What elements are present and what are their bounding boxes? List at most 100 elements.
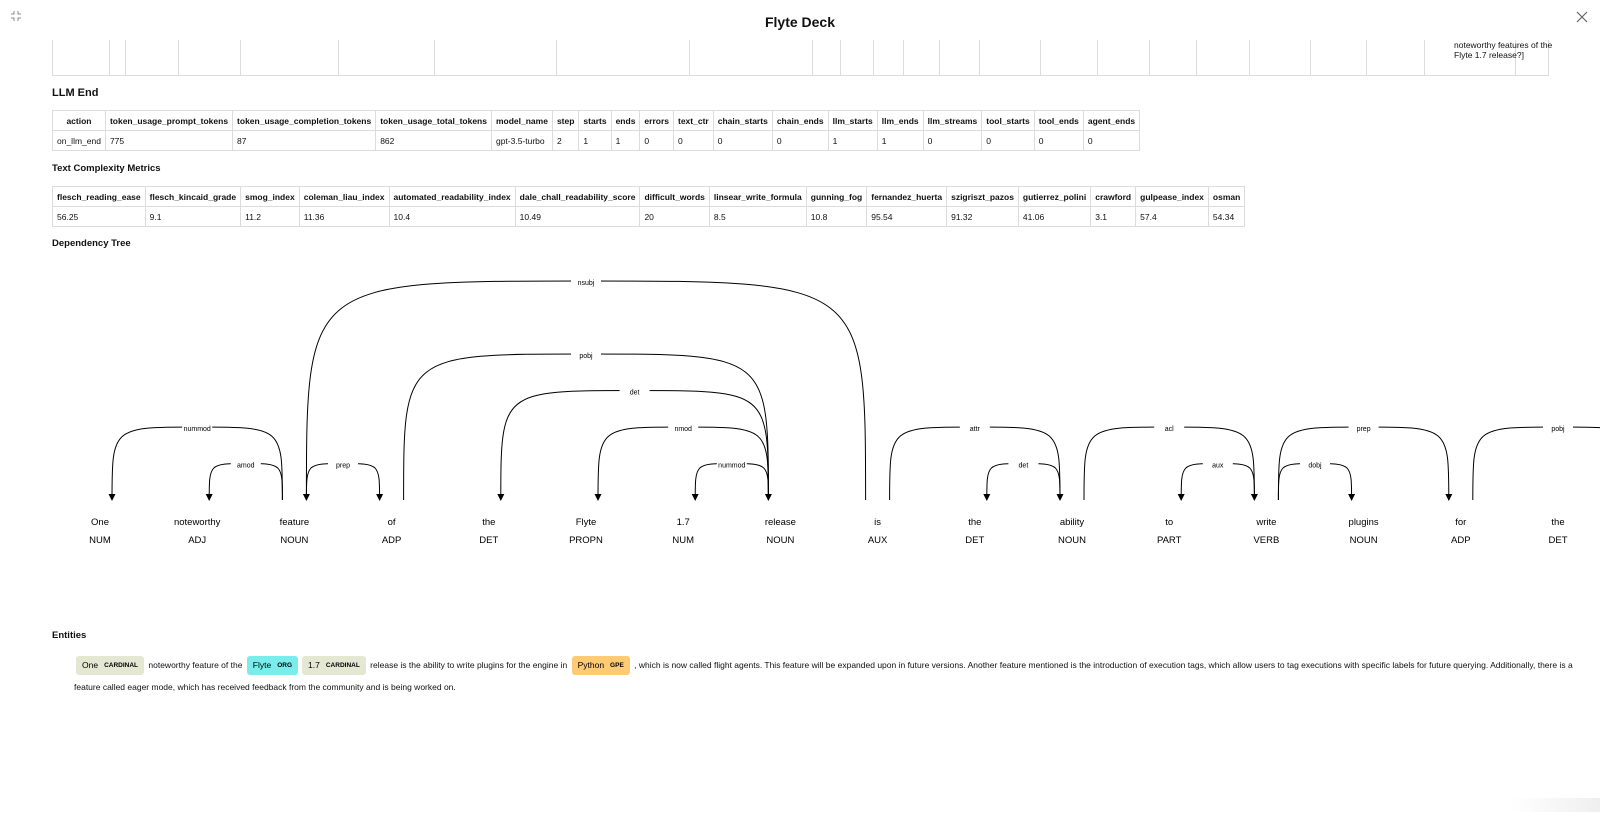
table-column-line [1040, 40, 1041, 76]
table-cell: 0 [673, 130, 714, 151]
column-header: agent_ends [1082, 110, 1141, 131]
arc-label: dobj [1308, 463, 1322, 470]
table-cell: 3.1 [1090, 206, 1137, 227]
arrow-icon [1250, 494, 1258, 501]
arrow-icon [691, 494, 699, 501]
token-tag: AUX [868, 535, 888, 546]
table-cell: 8.5 [708, 206, 807, 227]
entity-context-text: release is the ability to write plugins … [367, 660, 570, 670]
token-word: the [1551, 517, 1564, 528]
column-header: gulpease_index [1135, 186, 1209, 207]
arrow-icon [764, 494, 772, 501]
column-header: flesch_kincaid_grade [144, 186, 242, 207]
table-cell: 10.4 [388, 206, 516, 227]
table-cell: 0 [1082, 130, 1141, 151]
table-cell: 1 [827, 130, 878, 151]
table-cell: 862 [375, 130, 492, 151]
column-header: model_name [490, 110, 553, 131]
column-header: gutierrez_polini [1017, 186, 1092, 207]
arc-label: det [630, 390, 640, 397]
table-column-line [338, 40, 339, 76]
arrow-icon [108, 494, 116, 501]
table-cell: 1 [578, 130, 612, 151]
arc-label: nsubj [578, 280, 595, 287]
text-complexity-title: Text Complexity Metrics [52, 163, 161, 174]
table-cell: 57.4 [1135, 206, 1209, 227]
column-header: text_ctr [673, 110, 714, 131]
llm-end-table: action token_usage_prompt_tokens token_usa… [52, 110, 1141, 151]
arc-label: nmod [674, 426, 692, 433]
arc-label: det [1019, 463, 1029, 470]
token-tag: NOUN [1350, 535, 1378, 546]
token-word: 1.7 [677, 517, 690, 528]
token-word: One [91, 517, 109, 528]
table-cell: on_llm_end [52, 130, 106, 151]
scrollbar[interactable] [1510, 798, 1600, 812]
arrow-icon [205, 494, 213, 501]
arc-label: amod [237, 463, 255, 470]
arrow-icon [1056, 494, 1064, 501]
table-cell: 41.06 [1017, 206, 1092, 227]
entity-mark: Flyte ORG [246, 656, 299, 675]
table-column-line [1097, 40, 1098, 76]
table-column-line [240, 40, 241, 76]
arc-label: prep [1357, 426, 1371, 433]
entity-context-text: , which is now called flight agents. Thi… [74, 660, 1573, 692]
table-column-line [1196, 40, 1197, 76]
token-tag: ADP [382, 535, 402, 546]
arc-label: nummod [718, 463, 745, 470]
table-column-line [1249, 40, 1250, 76]
title-bar: Flyte Deck [0, 0, 1600, 44]
table-cell: 10.49 [514, 206, 641, 227]
token-tag: ADP [1451, 535, 1471, 546]
column-header: starts [578, 110, 612, 131]
entity-label: CARDINAL [325, 661, 360, 669]
dependency-arc [500, 390, 769, 501]
entity-mark: One CARDINAL [76, 656, 145, 675]
column-header: chain_starts [712, 110, 773, 131]
table-column-line [178, 40, 179, 76]
dependency-arc [1472, 426, 1600, 501]
table-column-line [1366, 40, 1367, 76]
token-tag: VERB [1253, 535, 1279, 546]
token-tag: DET [965, 535, 984, 546]
token-tag: NOUN [1058, 535, 1086, 546]
entity-text: Python [577, 660, 605, 670]
table-cell: 87 [232, 130, 377, 151]
entity-mark: 1.7 CARDINAL [302, 656, 366, 675]
arrow-icon [1348, 494, 1356, 501]
entity-text: Flyte [252, 660, 272, 670]
table-cell: 0 [771, 130, 829, 151]
table-cell: gpt-3.5-turbo [490, 130, 553, 151]
table-cell: 0 [712, 130, 773, 151]
column-header: fernandez_huerta [866, 186, 948, 207]
column-header: osman [1207, 186, 1246, 207]
token-word: release [765, 517, 796, 528]
column-header: token_usage_total_tokens [375, 110, 492, 131]
token-tag: PART [1157, 535, 1182, 546]
arc-label: pobj [1551, 426, 1565, 433]
table-column-line [52, 40, 53, 76]
column-header: llm_starts [827, 110, 878, 131]
table-column-line [109, 40, 110, 76]
entity-text: 1.7 [308, 660, 320, 670]
arrow-icon [983, 494, 991, 501]
table-cell: 20 [639, 206, 710, 227]
table-column-line [939, 40, 940, 76]
arc-label: prep [336, 463, 350, 470]
token-tag: NOUN [280, 535, 308, 546]
table-cell: 56.25 [52, 206, 146, 227]
text-complexity-table: flesch_reading_ease flesch_kincaid_grade s… [52, 186, 1246, 227]
token-word: is [874, 517, 881, 528]
table-cell: 775 [104, 130, 234, 151]
table-column-line [840, 40, 841, 76]
token-tag: DET [1549, 535, 1568, 546]
table-cell: 10.8 [805, 206, 868, 227]
arrow-icon [497, 494, 505, 501]
token-tag: NUM [89, 535, 111, 546]
column-header: automated_readability_index [388, 186, 516, 207]
table-cell: 0 [1033, 130, 1084, 151]
close-icon[interactable] [1576, 11, 1588, 26]
table-cell: 1 [610, 130, 641, 151]
entity-text: One [82, 660, 99, 670]
